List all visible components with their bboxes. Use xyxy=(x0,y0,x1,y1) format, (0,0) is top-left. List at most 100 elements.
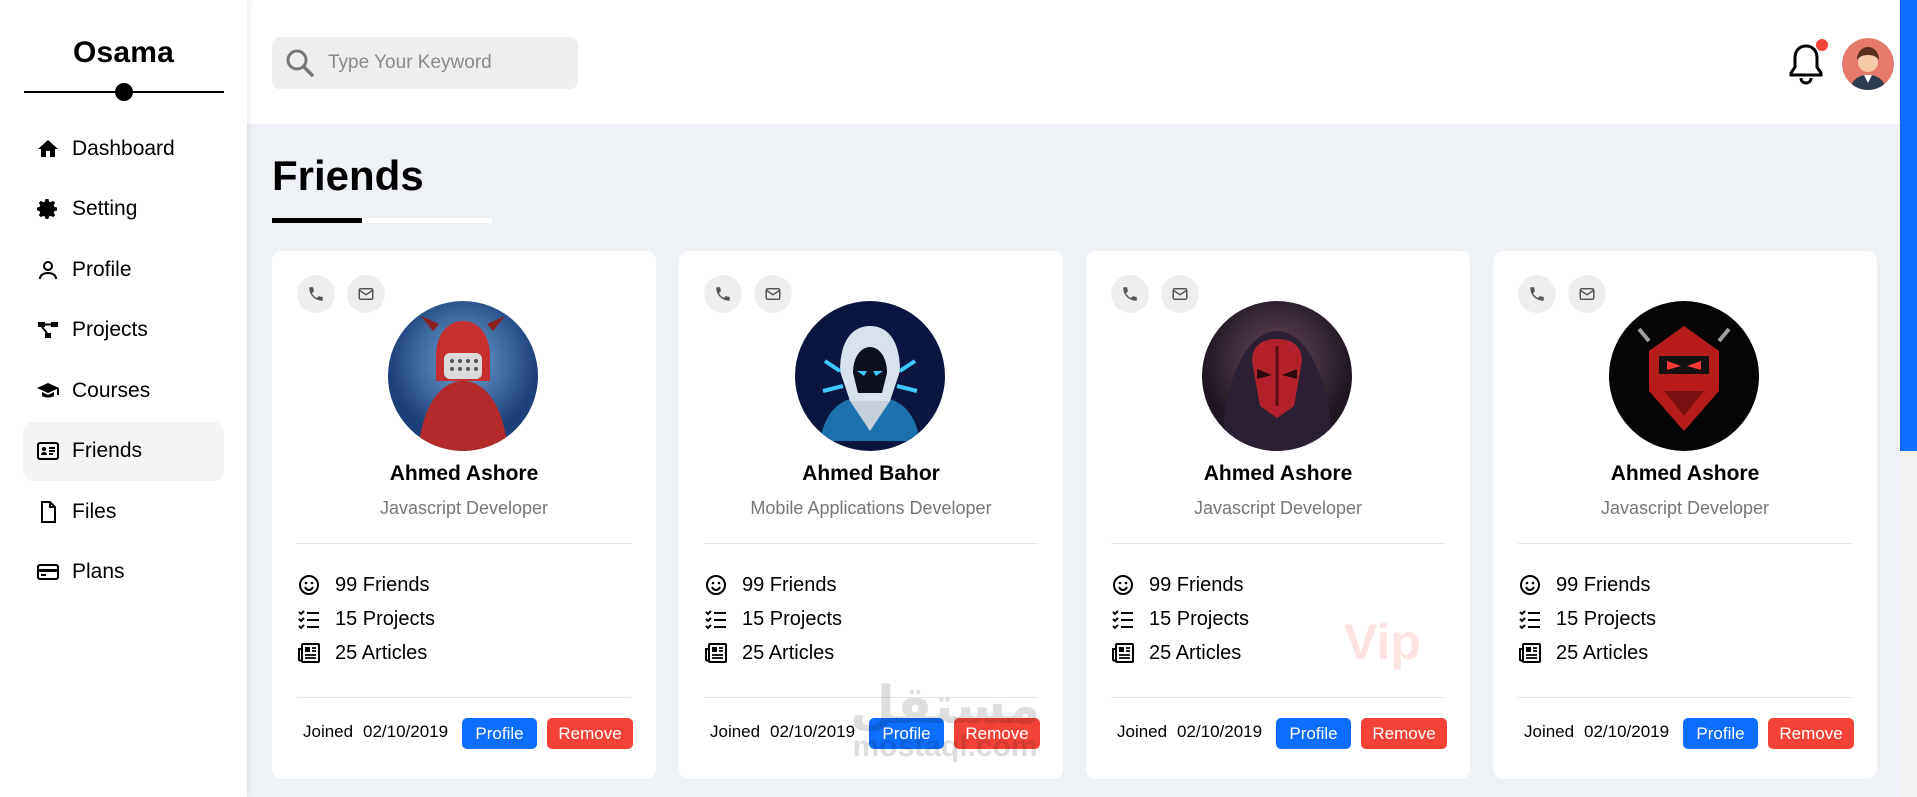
stat-articles: 25 Articles xyxy=(1518,641,1648,665)
friend-name: Ahmed Ashore xyxy=(1610,462,1760,485)
joined-label: Joined xyxy=(1117,722,1168,741)
sidebar-item-label: Dashboard xyxy=(72,136,175,160)
friend-avatar xyxy=(1202,301,1352,451)
divider xyxy=(1518,543,1852,544)
address-card-icon xyxy=(36,439,60,463)
sidebar-nav: Dashboard Setting Profile Projects Cours… xyxy=(0,119,247,602)
joined-date: 02/10/2019 xyxy=(1584,722,1670,741)
remove-button[interactable]: Remove xyxy=(1768,718,1854,749)
divider xyxy=(1111,697,1445,698)
sidebar-item-friends[interactable]: Friends xyxy=(23,421,224,481)
brand-title: Osama xyxy=(72,36,175,69)
stat-articles-label: 25 Articles xyxy=(1149,641,1242,664)
stat-friends: 99 Friends xyxy=(1518,573,1651,597)
stat-projects-label: 15 Projects xyxy=(335,607,436,630)
user-icon xyxy=(36,258,60,282)
list-check-icon xyxy=(705,610,726,630)
sidebar: Osama Dashboard Setting Profile Projects xyxy=(0,0,247,797)
remove-button[interactable]: Remove xyxy=(1361,718,1447,749)
search-input[interactable] xyxy=(328,52,568,74)
stat-friends-label: 99 Friends xyxy=(742,573,837,596)
watermark-latin: mostaql.com xyxy=(852,730,1038,763)
friend-avatar xyxy=(388,301,538,451)
stat-projects: 15 Projects xyxy=(1111,607,1249,631)
brand-divider xyxy=(23,82,224,102)
phone-button[interactable] xyxy=(297,275,335,313)
joined-label: Joined xyxy=(710,722,761,741)
list-check-icon xyxy=(1519,610,1540,630)
profile-button[interactable]: Profile xyxy=(1683,718,1758,749)
vip-badge: Vip xyxy=(1344,614,1421,670)
sidebar-item-label: Files xyxy=(72,499,117,523)
stat-articles: 25 Articles xyxy=(704,641,834,665)
stat-articles: 25 Articles xyxy=(297,641,427,665)
phone-icon xyxy=(309,287,323,301)
friend-name: Ahmed Bahor xyxy=(802,462,940,485)
stat-projects-label: 15 Projects xyxy=(742,607,843,630)
joined-date: 02/10/2019 xyxy=(770,722,856,741)
envelope-icon xyxy=(358,288,374,300)
friend-card: Ahmed Ashore Javascript Developer 99 Fri… xyxy=(1086,251,1470,779)
sidebar-item-dashboard[interactable]: Dashboard xyxy=(23,119,224,178)
friend-card: Ahmed Ashore Javascript Developer 99 Fri… xyxy=(1493,251,1877,779)
stat-articles-label: 25 Articles xyxy=(742,641,835,664)
envelope-icon xyxy=(1172,288,1188,300)
remove-button[interactable]: Remove xyxy=(547,718,633,749)
newspaper-icon xyxy=(298,643,320,663)
phone-icon xyxy=(716,287,730,301)
divider xyxy=(1111,543,1445,544)
top-bar xyxy=(247,0,1900,124)
sidebar-item-profile[interactable]: Profile xyxy=(23,240,224,299)
sidebar-item-label: Courses xyxy=(72,378,151,402)
search-icon[interactable] xyxy=(284,47,316,79)
stat-friends: 99 Friends xyxy=(297,573,430,597)
envelope-icon xyxy=(765,288,781,300)
envelope-icon xyxy=(1579,288,1595,300)
file-icon xyxy=(36,500,60,524)
sidebar-item-files[interactable]: Files xyxy=(23,482,224,541)
stat-projects: 15 Projects xyxy=(1518,607,1656,631)
list-check-icon xyxy=(298,610,319,630)
friend-role: Javascript Developer xyxy=(1193,498,1363,518)
sidebar-item-setting[interactable]: Setting xyxy=(23,180,224,239)
phone-button[interactable] xyxy=(704,275,742,313)
scrollbar-thumb[interactable] xyxy=(1900,0,1917,451)
stat-friends-label: 99 Friends xyxy=(1149,573,1244,596)
sidebar-item-courses[interactable]: Courses xyxy=(23,361,224,420)
phone-button[interactable] xyxy=(1518,275,1556,313)
divider xyxy=(1518,697,1852,698)
stat-friends-label: 99 Friends xyxy=(1556,573,1651,596)
email-button[interactable] xyxy=(347,275,385,313)
stat-friends: 99 Friends xyxy=(1111,573,1244,597)
newspaper-icon xyxy=(705,643,727,663)
phone-button[interactable] xyxy=(1111,275,1149,313)
stat-articles: 25 Articles xyxy=(1111,641,1241,665)
smile-icon xyxy=(1113,575,1133,595)
joined-label: Joined xyxy=(303,722,354,741)
phone-icon xyxy=(1123,287,1137,301)
friend-name: Ahmed Ashore xyxy=(1203,462,1353,485)
sidebar-item-projects[interactable]: Projects xyxy=(23,301,224,360)
sidebar-item-label: Profile xyxy=(72,257,132,281)
sidebar-item-label: Plans xyxy=(72,560,125,583)
stat-projects: 15 Projects xyxy=(297,607,435,631)
email-button[interactable] xyxy=(1568,275,1606,313)
friend-avatar xyxy=(795,301,945,451)
sidebar-item-plans[interactable]: Plans xyxy=(23,543,224,602)
user-avatar[interactable] xyxy=(1842,38,1894,90)
sidebar-item-label: Friends xyxy=(72,439,143,462)
credit-card-icon xyxy=(36,560,60,584)
profile-button[interactable]: Profile xyxy=(1276,718,1351,749)
friend-role: Mobile Applications Developer xyxy=(750,498,992,518)
friend-role: Javascript Developer xyxy=(1600,498,1770,518)
profile-button[interactable]: Profile xyxy=(462,718,537,749)
title-underline xyxy=(272,218,362,223)
home-icon xyxy=(36,137,60,161)
stat-articles-label: 25 Articles xyxy=(335,641,428,664)
newspaper-icon xyxy=(1112,643,1134,663)
notification-dot xyxy=(1816,39,1828,51)
email-button[interactable] xyxy=(754,275,792,313)
stat-articles-label: 25 Articles xyxy=(1556,641,1649,664)
email-button[interactable] xyxy=(1161,275,1199,313)
list-check-icon xyxy=(1112,610,1133,630)
